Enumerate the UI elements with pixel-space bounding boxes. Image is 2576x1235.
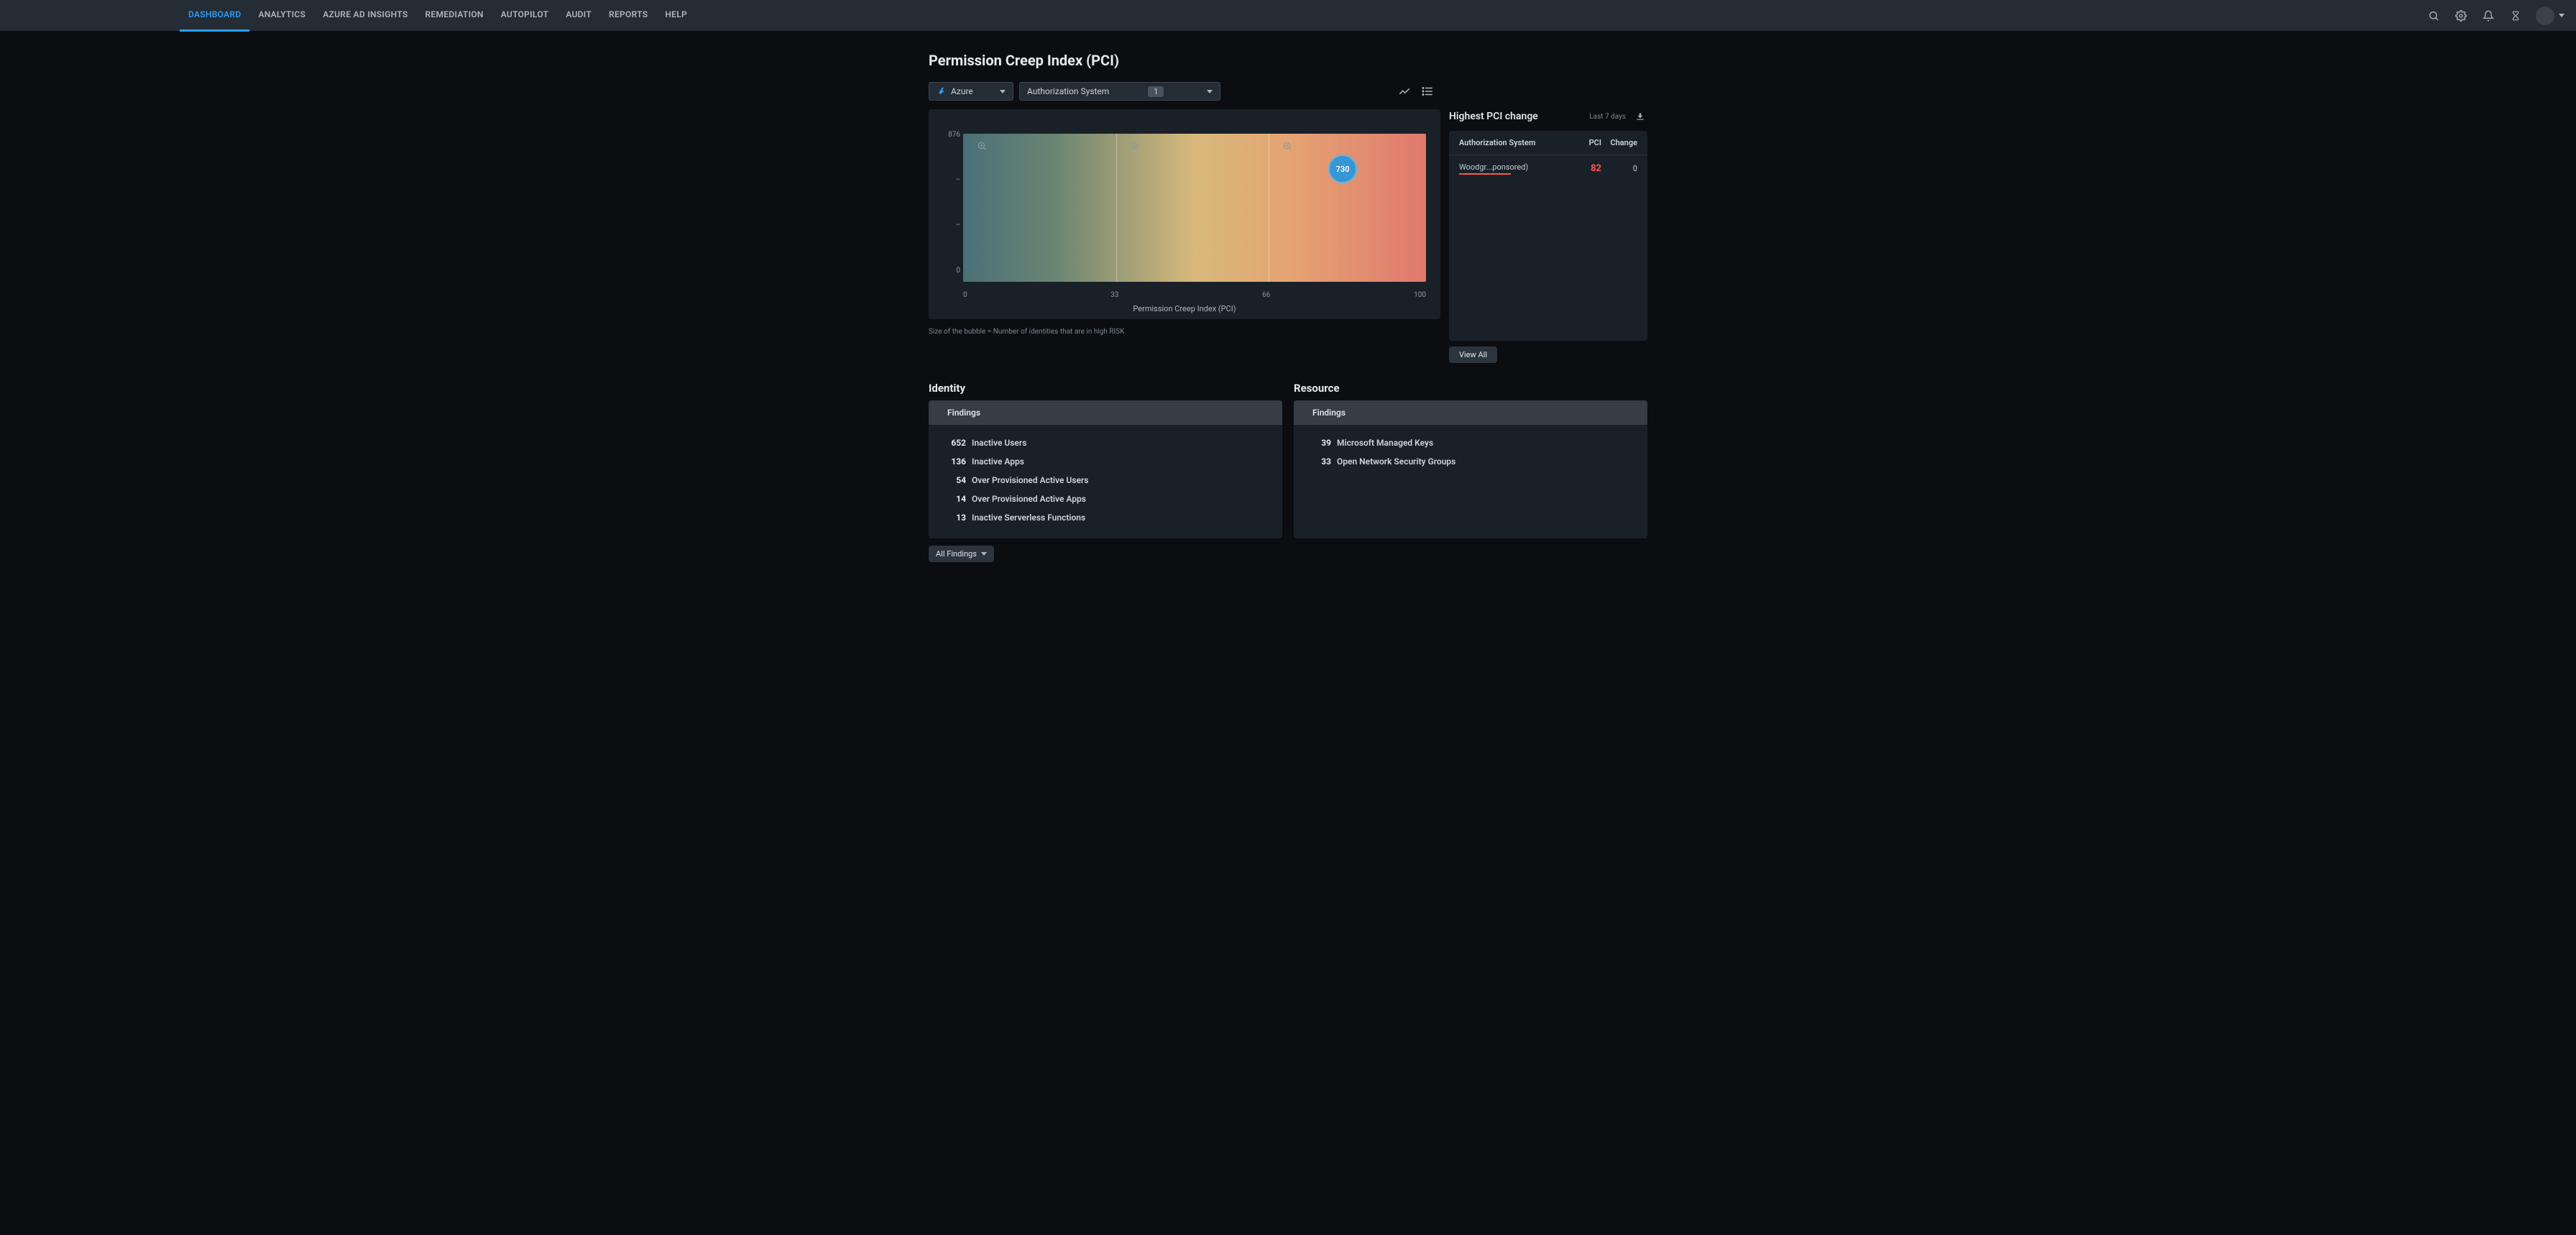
col-header-system: Authorization System (1459, 138, 1573, 147)
avatar (2536, 6, 2554, 25)
top-nav: DASHBOARD ANALYTICS AZURE AD INSIGHTS RE… (0, 0, 2576, 32)
all-findings-button[interactable]: All Findings (929, 546, 994, 562)
pci-bar (1459, 173, 1511, 175)
finding-item[interactable]: 39Microsoft Managed Keys (1312, 433, 1629, 452)
zoom-icon[interactable] (1282, 141, 1292, 151)
cloud-select-label: Azure (951, 86, 973, 96)
finding-item[interactable]: 13Inactive Serverless Functions (947, 508, 1264, 527)
col-header-pci: PCI (1573, 138, 1601, 147)
list-view-icon[interactable] (1420, 84, 1435, 98)
pci-change-table: Authorization System PCI Change Woodgr..… (1449, 131, 1647, 341)
y-tick: 0 (956, 267, 960, 275)
hourglass-icon[interactable] (2508, 9, 2523, 23)
finding-item[interactable]: 54Over Provisioned Active Users (947, 471, 1264, 490)
chevron-down-icon (981, 552, 987, 556)
y-tick: – (955, 221, 960, 229)
finding-item[interactable]: 14Over Provisioned Active Apps (947, 490, 1264, 508)
download-icon[interactable] (1633, 109, 1647, 124)
auth-count-badge: 1 (1148, 86, 1164, 97)
identity-findings-header: Findings (929, 400, 1282, 425)
zoom-icon[interactable] (977, 141, 987, 151)
x-tick: 33 (1110, 291, 1118, 299)
x-tick: 100 (1414, 291, 1426, 299)
chart-view-icon[interactable] (1397, 84, 1412, 98)
chevron-down-icon (2559, 14, 2564, 17)
cell-system: Woodgr...ponsored) (1459, 162, 1573, 175)
auth-system-select[interactable]: Authorization System 1 (1019, 82, 1220, 101)
cloud-select[interactable]: Azure (929, 82, 1013, 101)
cell-change: 0 (1601, 164, 1637, 173)
identity-title: Identity (929, 382, 1282, 395)
gear-icon[interactable] (2454, 9, 2468, 23)
y-ticks: 876 – – 0 (949, 131, 960, 275)
tab-remediation[interactable]: REMEDIATION (416, 0, 492, 32)
pci-chart: # of Identities contributing to PCI 876 … (929, 109, 1440, 319)
user-menu[interactable] (2536, 6, 2564, 25)
filters-row: Azure Authorization System 1 (929, 82, 1647, 101)
nav-right (2426, 6, 2564, 25)
findings-row: Identity Findings 652Inactive Users 136I… (929, 382, 1647, 538)
tab-dashboard[interactable]: DASHBOARD (180, 0, 249, 32)
col-header-change: Change (1601, 138, 1637, 147)
view-all-button[interactable]: View All (1449, 346, 1497, 363)
side-title: Highest PCI change (1449, 111, 1538, 122)
chart-footnote: Size of the bubble = Number of identitie… (929, 328, 1440, 336)
tab-help[interactable]: HELP (656, 0, 696, 32)
finding-item[interactable]: 652Inactive Users (947, 433, 1264, 452)
bubble-label: 730 (1336, 165, 1350, 174)
identity-section: Identity Findings 652Inactive Users 136I… (929, 382, 1282, 538)
tab-audit[interactable]: AUDIT (557, 0, 600, 32)
bell-icon[interactable] (2481, 9, 2496, 23)
y-tick: 876 (948, 131, 960, 139)
x-tick: 0 (963, 291, 967, 299)
y-tick: – (955, 176, 960, 184)
resource-findings-list: 39Microsoft Managed Keys 33Open Network … (1294, 425, 1647, 479)
chevron-down-icon (1207, 90, 1213, 93)
resource-title: Resource (1294, 382, 1647, 395)
chevron-down-icon (1000, 90, 1006, 93)
plot-area[interactable]: 730 (963, 134, 1426, 282)
tab-reports[interactable]: REPORTS (600, 0, 656, 32)
table-header: Authorization System PCI Change (1449, 131, 1647, 155)
zoom-icon[interactable] (1130, 141, 1140, 151)
identity-findings-list: 652Inactive Users 136Inactive Apps 54Ove… (929, 425, 1282, 536)
side-panel: Highest PCI change Last 7 days Authoriza… (1449, 109, 1647, 363)
auth-select-label: Authorization System (1027, 86, 1109, 96)
x-axis-label: Permission Creep Index (PCI) (929, 304, 1440, 313)
chart-bubble[interactable]: 730 (1328, 155, 1357, 183)
page-title: Permission Creep Index (PCI) (929, 52, 1647, 69)
nav-tabs: DASHBOARD ANALYTICS AZURE AD INSIGHTS RE… (180, 0, 696, 32)
tab-autopilot[interactable]: AUTOPILOT (492, 0, 558, 32)
azure-icon (937, 86, 947, 96)
finding-item[interactable]: 33Open Network Security Groups (1312, 452, 1629, 471)
x-tick: 66 (1262, 291, 1270, 299)
resource-findings-header: Findings (1294, 400, 1647, 425)
identity-findings-card: Findings 652Inactive Users 136Inactive A… (929, 400, 1282, 538)
x-ticks: 0 33 66 100 (963, 291, 1426, 299)
date-range-label: Last 7 days (1589, 113, 1626, 121)
tab-analytics[interactable]: ANALYTICS (249, 0, 314, 32)
table-row[interactable]: Woodgr...ponsored) 82 0 (1449, 155, 1647, 182)
resource-section: Resource Findings 39Microsoft Managed Ke… (1294, 382, 1647, 538)
tab-azure-ad-insights[interactable]: AZURE AD INSIGHTS (314, 0, 416, 32)
cell-pci: 82 (1573, 163, 1601, 174)
page-content: Permission Creep Index (PCI) Azure Autho… (929, 32, 1647, 591)
view-toggles (1397, 84, 1435, 98)
resource-findings-card: Findings 39Microsoft Managed Keys 33Open… (1294, 400, 1647, 538)
finding-item[interactable]: 136Inactive Apps (947, 452, 1264, 471)
main-row: # of Identities contributing to PCI 876 … (929, 109, 1647, 363)
search-icon[interactable] (2426, 9, 2441, 23)
